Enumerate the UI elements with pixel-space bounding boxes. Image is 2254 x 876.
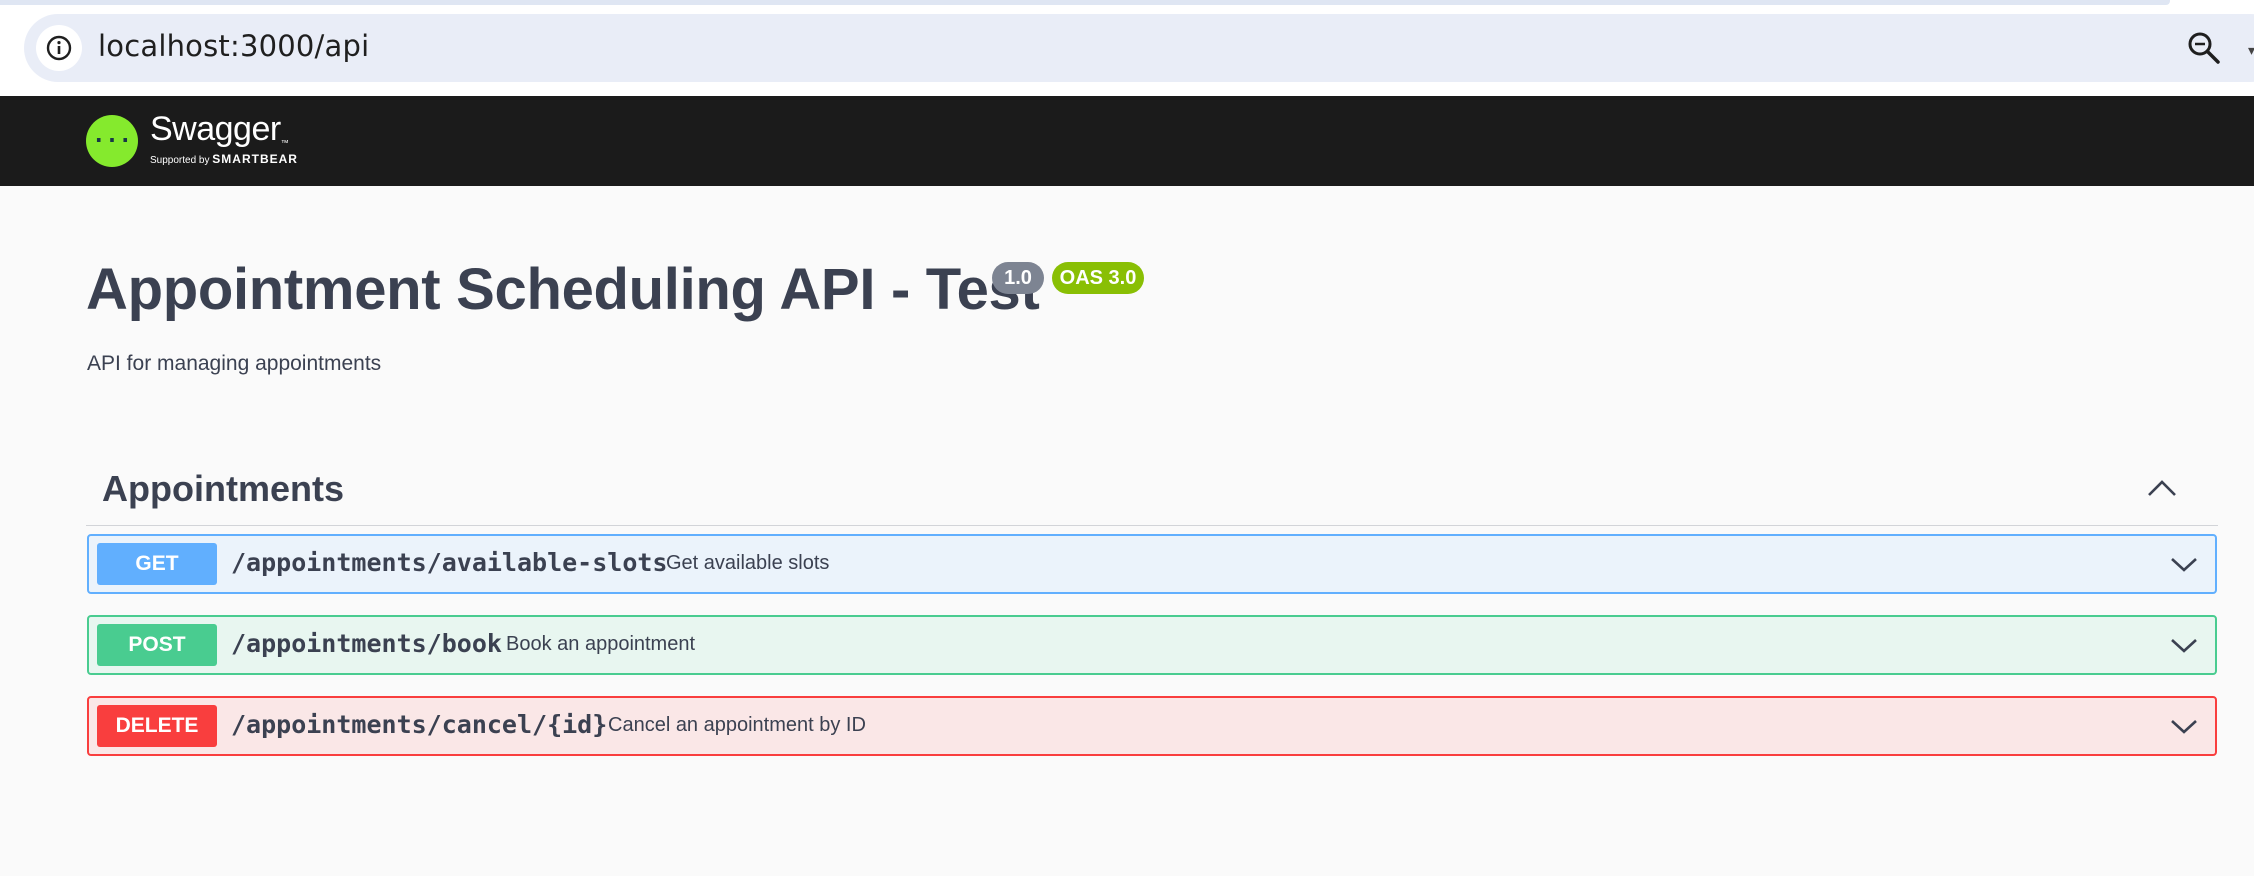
url-text[interactable]: localhost:3000/api xyxy=(98,29,369,63)
swagger-logo-icon: {···} xyxy=(86,115,138,167)
operation-summary: Get available slots xyxy=(666,552,830,574)
api-description: API for managing appointments xyxy=(87,352,382,375)
operation-path: /appointments/available-slots xyxy=(231,548,668,577)
zoom-icon[interactable] xyxy=(2186,30,2222,66)
version-badge: 1.0 xyxy=(992,262,1044,294)
chevron-down-icon[interactable] xyxy=(2169,716,2199,736)
swagger-topbar: {···} Swagger™ Supported by SMARTBEAR xyxy=(0,96,2254,186)
site-info-button[interactable] xyxy=(36,25,82,71)
page-title: Appointment Scheduling API - Test xyxy=(86,257,1040,322)
tab-strip xyxy=(0,0,2170,5)
browser-toolbar: localhost:3000/api ▾ xyxy=(0,0,2254,96)
method-badge-delete: DELETE xyxy=(97,705,217,747)
operation-summary: Book an appointment xyxy=(506,633,696,655)
browser-menu-icon[interactable]: ▾ xyxy=(2248,42,2254,59)
method-badge-get: GET xyxy=(97,543,217,585)
operation-path: /appointments/cancel/{id} xyxy=(231,710,608,739)
oas-badge: OAS 3.0 xyxy=(1052,262,1144,294)
logo-title: Swagger™ xyxy=(150,110,289,148)
swagger-logo[interactable]: {···} Swagger™ Supported by SMARTBEAR xyxy=(86,110,298,172)
chevron-up-icon[interactable] xyxy=(2146,478,2178,498)
operation-path: /appointments/book xyxy=(231,629,502,658)
info-icon xyxy=(46,35,72,61)
tag-name: Appointments xyxy=(102,468,344,509)
operation-delete-cancel[interactable]: DELETE /appointments/cancel/{id} Cancel … xyxy=(87,696,2217,756)
operation-get-available-slots[interactable]: GET /appointments/available-slots Get av… xyxy=(87,534,2217,594)
operation-post-book[interactable]: POST /appointments/book Book an appointm… xyxy=(87,615,2217,675)
method-badge-post: POST xyxy=(97,624,217,666)
logo-text: Swagger™ Supported by SMARTBEAR xyxy=(150,110,298,166)
tag-header-appointments[interactable]: Appointments xyxy=(86,460,2218,526)
logo-brand: SMARTBEAR xyxy=(212,151,298,166)
logo-subtitle: Supported by SMARTBEAR xyxy=(150,151,298,166)
operation-summary: Cancel an appointment by ID xyxy=(608,714,866,736)
svg-text:{···}: {···} xyxy=(92,129,132,154)
chevron-down-icon[interactable] xyxy=(2169,554,2199,574)
chevron-down-icon[interactable] xyxy=(2169,635,2199,655)
